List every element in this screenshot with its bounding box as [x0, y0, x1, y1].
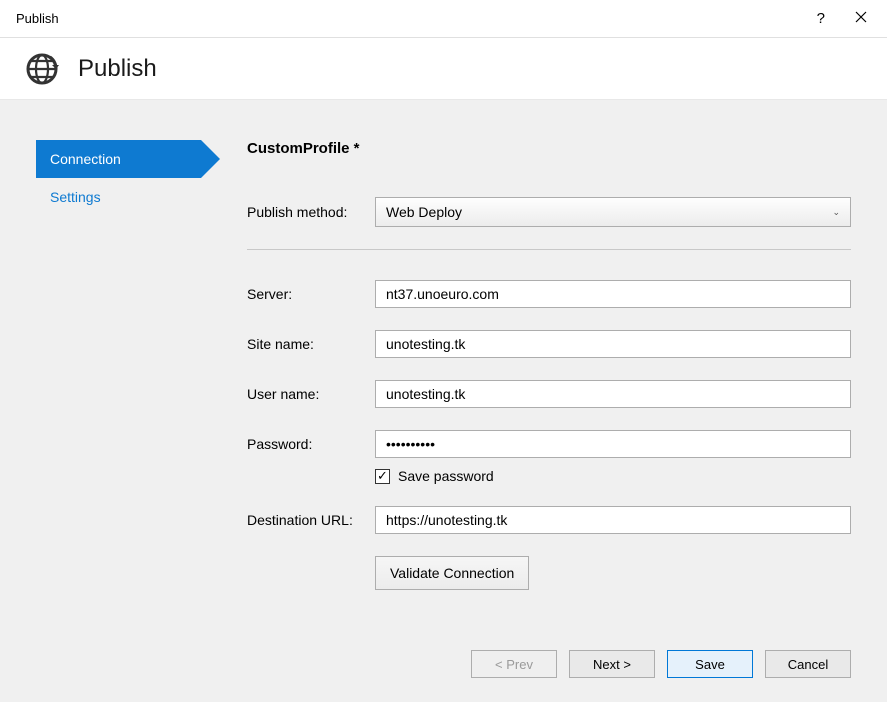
- sitename-label: Site name:: [247, 336, 375, 352]
- sidebar-item-settings[interactable]: Settings: [36, 178, 231, 216]
- cancel-button[interactable]: Cancel: [765, 650, 851, 678]
- validate-row: Validate Connection: [375, 556, 851, 590]
- divider: [247, 249, 851, 250]
- publish-globe-icon: [24, 51, 60, 87]
- titlebar-controls: ?: [817, 10, 873, 27]
- sidebar: Connection Settings: [36, 140, 231, 702]
- profile-title: CustomProfile *: [247, 140, 851, 157]
- password-row: Password:: [247, 430, 851, 458]
- server-label: Server:: [247, 286, 375, 302]
- save-password-label[interactable]: Save password: [398, 468, 494, 484]
- username-input[interactable]: [375, 380, 851, 408]
- username-row: User name:: [247, 380, 851, 408]
- save-button[interactable]: Save: [667, 650, 753, 678]
- publish-method-label: Publish method:: [247, 204, 375, 220]
- validate-connection-button[interactable]: Validate Connection: [375, 556, 529, 590]
- window-title: Publish: [14, 11, 59, 26]
- next-button[interactable]: Next >: [569, 650, 655, 678]
- titlebar: Publish ?: [0, 0, 887, 38]
- publish-method-value: Web Deploy: [386, 204, 462, 220]
- header: Publish: [0, 38, 887, 100]
- sidebar-item-label: Settings: [50, 189, 101, 205]
- publish-method-row: Publish method: Web Deploy ⌄: [247, 197, 851, 227]
- help-icon[interactable]: ?: [817, 10, 825, 27]
- sitename-row: Site name:: [247, 330, 851, 358]
- sidebar-item-label: Connection: [50, 151, 121, 167]
- chevron-down-icon: ⌄: [832, 207, 840, 218]
- close-icon[interactable]: [849, 10, 873, 27]
- sitename-input[interactable]: [375, 330, 851, 358]
- password-input[interactable]: [375, 430, 851, 458]
- save-password-row: ✓ Save password: [375, 468, 851, 484]
- prev-button: < Prev: [471, 650, 557, 678]
- footer-buttons: < Prev Next > Save Cancel: [471, 650, 851, 678]
- desturl-row: Destination URL:: [247, 506, 851, 534]
- sidebar-item-connection[interactable]: Connection: [36, 140, 201, 178]
- server-input[interactable]: [375, 280, 851, 308]
- desturl-label: Destination URL:: [247, 512, 375, 528]
- content-area: Connection Settings CustomProfile * Publ…: [0, 100, 887, 702]
- desturl-input[interactable]: [375, 506, 851, 534]
- main-panel: CustomProfile * Publish method: Web Depl…: [231, 140, 851, 702]
- page-title: Publish: [78, 55, 157, 83]
- publish-method-select[interactable]: Web Deploy ⌄: [375, 197, 851, 227]
- password-label: Password:: [247, 436, 375, 452]
- username-label: User name:: [247, 386, 375, 402]
- server-row: Server:: [247, 280, 851, 308]
- save-password-checkbox[interactable]: ✓: [375, 469, 390, 484]
